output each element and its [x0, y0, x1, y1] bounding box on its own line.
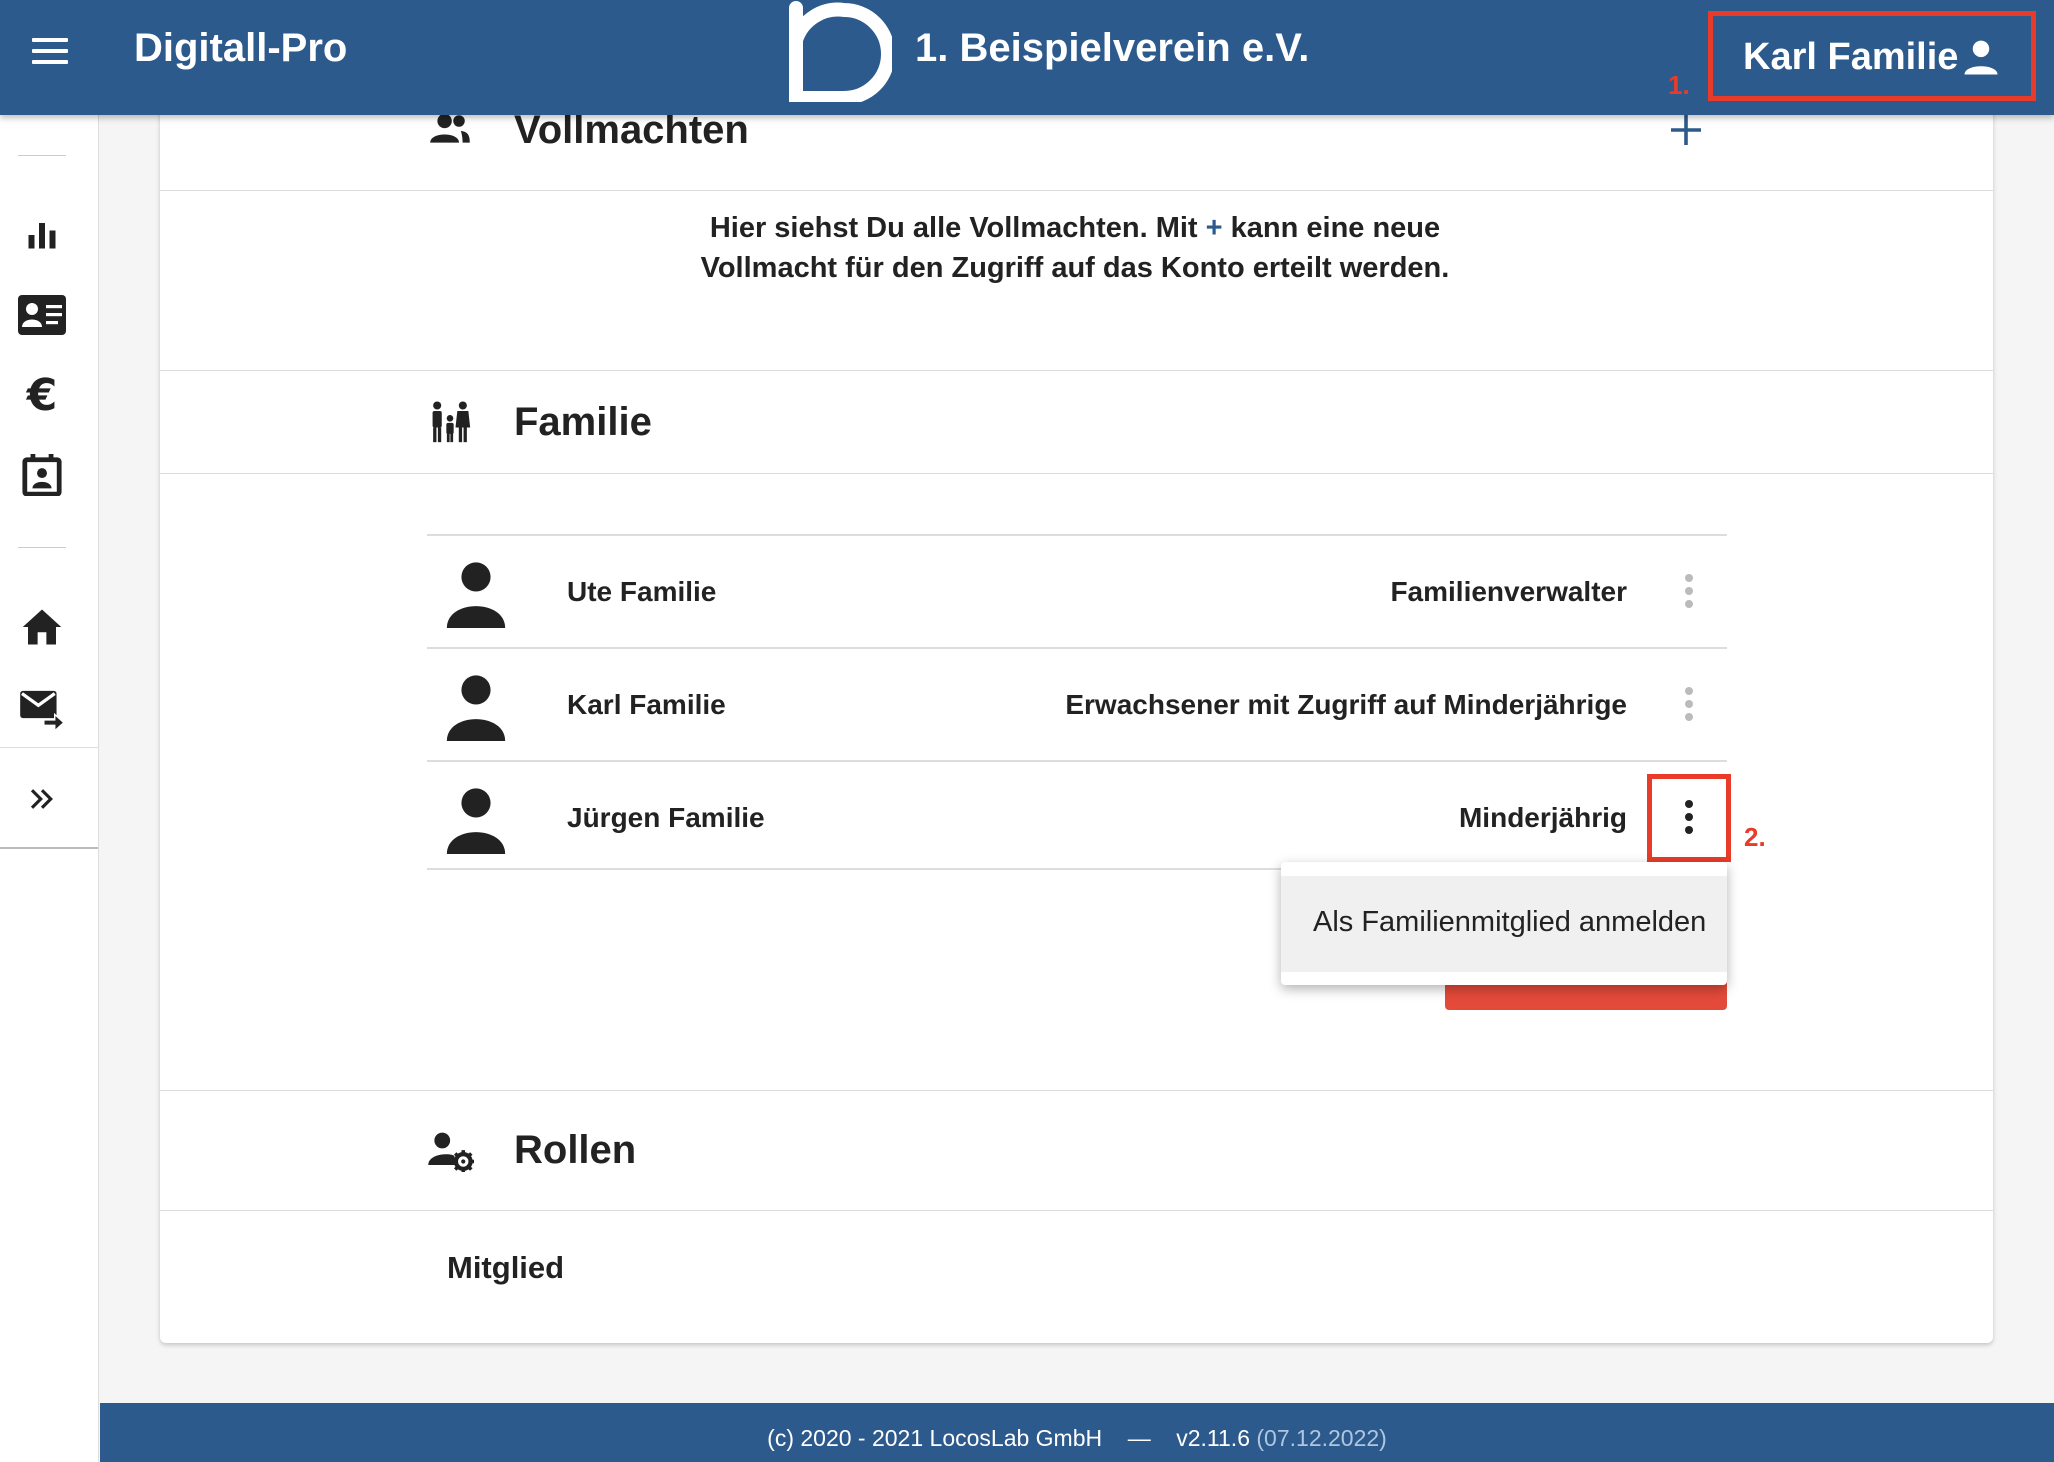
home-icon[interactable]: [18, 603, 66, 651]
section-divider: [160, 370, 1993, 371]
euro-icon[interactable]: €: [18, 370, 66, 421]
info-plus-symbol: +: [1205, 212, 1223, 244]
sidebar-bottom-border: [0, 847, 98, 849]
family-member-name: Ute Familie: [567, 576, 717, 607]
double-chevron-right-icon[interactable]: [18, 775, 66, 823]
info-text-line2: Vollmacht für den Zugriff auf das Konto …: [700, 252, 1450, 284]
footer-copyright: (c) 2020 - 2021 LocosLab GmbH: [767, 1425, 1103, 1451]
person-avatar-icon: [446, 788, 506, 854]
calendar-contact-icon[interactable]: [18, 451, 66, 499]
family-member-row: Jürgen Familie Minderjährig: [427, 760, 1727, 870]
footer-version: v2.11.6: [1176, 1425, 1250, 1451]
sidebar: €: [0, 115, 99, 1462]
person-settings-icon: [428, 1132, 474, 1172]
annotation-highlight-box: [1647, 774, 1731, 862]
footer: (c) 2020 - 2021 LocosLab GmbH — v2.11.6 …: [100, 1403, 2054, 1462]
add-vollmacht-button[interactable]: [1668, 112, 1704, 148]
info-text-part: kann eine neue: [1222, 212, 1441, 244]
menu-icon[interactable]: [28, 32, 72, 72]
footer-date: (07.12.2022): [1256, 1425, 1387, 1451]
person-avatar-icon: [446, 675, 506, 741]
section-divider: [160, 190, 1993, 191]
family-member-row: Karl Familie Erwachsener mit Zugriff auf…: [427, 647, 1727, 760]
footer-separator: —: [1127, 1425, 1151, 1451]
person-avatar-icon: [446, 562, 506, 628]
app-title: Digitall-Pro: [134, 26, 348, 70]
login-as-family-member-menu-item[interactable]: Als Familienmitglied anmelden: [1281, 876, 1727, 972]
section-title-familie: Familie: [514, 400, 652, 444]
user-name: Karl Familie: [1743, 36, 1959, 78]
section-divider: [160, 1090, 1993, 1091]
mail-forward-icon[interactable]: [18, 685, 66, 733]
sidebar-divider: [0, 747, 98, 748]
org-name: 1. Beispielverein e.V.: [915, 26, 1310, 70]
family-member-row: Ute Familie Familienverwalter: [427, 534, 1727, 647]
id-card-icon[interactable]: [18, 291, 66, 339]
bar-chart-icon[interactable]: [18, 211, 66, 259]
section-divider: [160, 1210, 1993, 1211]
family-member-name: Jürgen Familie: [567, 802, 765, 833]
vollmachten-info-text: Hier siehst Du alle Vollmachten. Mit + k…: [560, 208, 1590, 288]
user-account-button[interactable]: Karl Familie: [1708, 11, 2036, 101]
more-vert-icon[interactable]: [1677, 683, 1701, 725]
annotation-marker-1: 1.: [1668, 70, 1690, 100]
family-icon: [432, 401, 471, 443]
section-title-rollen: Rollen: [514, 1128, 637, 1172]
app-bar: Digitall-Pro 1. Beispielverein e.V. 1. K…: [0, 0, 2054, 115]
family-member-role: Erwachsener mit Zugriff auf Minderjährig…: [1065, 689, 1627, 720]
section-divider: [160, 473, 1993, 474]
more-vert-icon[interactable]: [1677, 570, 1701, 612]
sidebar-divider: [18, 547, 66, 548]
sidebar-divider: [18, 155, 66, 156]
people-icon: [430, 113, 470, 143]
role-item: Mitglied: [447, 1250, 565, 1285]
annotation-marker-2: 2.: [1744, 822, 1766, 852]
org-logo-icon: [789, 1, 892, 102]
family-member-role: Minderjährig: [1458, 802, 1627, 833]
family-member-role: Familienverwalter: [1390, 576, 1627, 607]
member-context-menu: Als Familienmitglied anmelden: [1281, 862, 1727, 985]
info-text-part: Hier siehst Du alle Vollmachten. Mit: [709, 212, 1206, 244]
person-icon: [1964, 40, 1998, 75]
family-member-name: Karl Familie: [567, 689, 726, 720]
menu-item-label: Als Familienmitglied anmelden: [1313, 906, 1707, 938]
